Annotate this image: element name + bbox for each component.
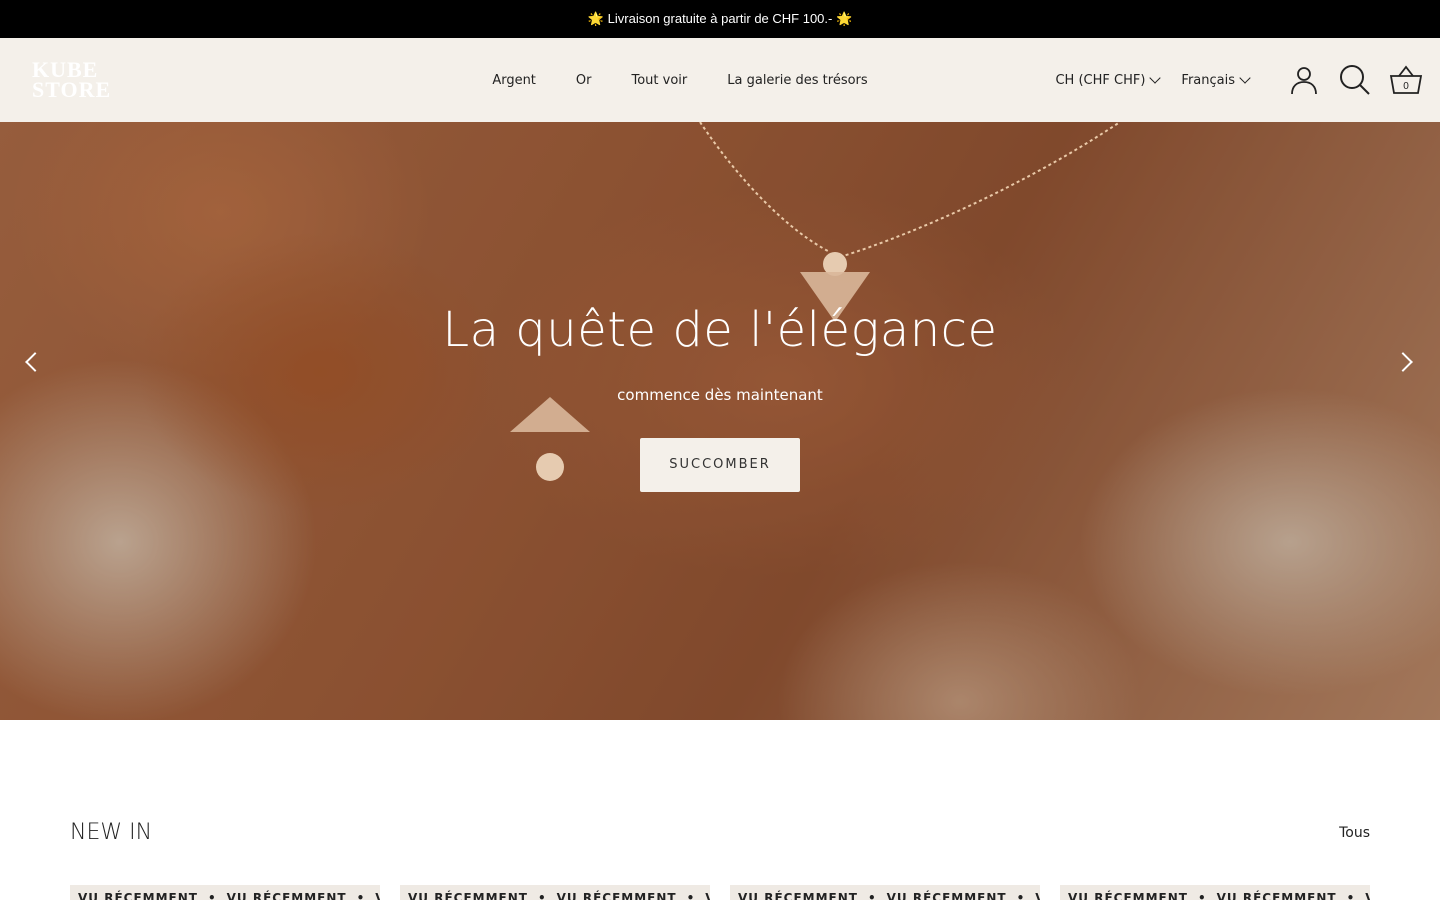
hero-title: La quête de l'élégance <box>442 302 998 358</box>
site-header: KUBE STORE Argent Or Tout voir La galeri… <box>0 38 1440 122</box>
logo-line-2: STORE <box>32 77 112 102</box>
slideshow-next-button[interactable] <box>1393 350 1418 374</box>
logo[interactable]: KUBE STORE <box>32 58 110 102</box>
user-icon <box>1291 67 1317 95</box>
badge-text: VU RÉCEMMENT <box>705 891 710 900</box>
announcement-bar: 🌟 Livraison gratuite à partir de CHF 100… <box>0 0 1440 38</box>
search-icon <box>1340 65 1370 95</box>
nav-item-or[interactable]: Or <box>576 73 592 88</box>
chevron-down-icon <box>1239 72 1251 84</box>
badge-text: VU RÉCEMMENT <box>375 891 380 900</box>
badge-text: VU RÉCEMMENT <box>738 891 858 900</box>
product-carousel: VU RÉCEMMENT•VU RÉCEMMENT•VU RÉCEMMENT V… <box>70 885 1370 900</box>
view-all-link[interactable]: Tous <box>1339 825 1370 841</box>
cart-count: 0 <box>1403 81 1409 92</box>
badge-text: VU RÉCEMMENT <box>78 891 198 900</box>
product-card[interactable]: VU RÉCEMMENT•VU RÉCEMMENT•VU RÉCEMMENT <box>1060 885 1370 900</box>
slideshow-prev-button[interactable] <box>22 350 46 374</box>
new-in-section: NEW IN Tous VU RÉCEMMENT • VU RÉCEMMENT • VU… <box>0 720 1440 900</box>
badge-text: VU RÉCEMMENT <box>1216 891 1337 900</box>
chevron-right-icon <box>1393 352 1413 372</box>
nav-item-tout-voir[interactable]: Tout voir <box>632 73 688 88</box>
hero-content: La quête de l'élégance commence dès main… <box>0 302 1440 492</box>
currency-label: CH (CHF CHF) <box>1055 72 1146 88</box>
hero-slideshow: La quête de l'élégance commence dès main… <box>0 122 1440 720</box>
badge-text: VU RÉCEMMENT <box>408 891 528 900</box>
badge-text: VU RÉCEMMENT <box>1035 891 1040 900</box>
badge-text: VU RÉCEMMENT <box>226 891 347 900</box>
cart-button[interactable]: 0 <box>1388 62 1424 98</box>
header-tools: CH (CHF CHF) Français 0 <box>1055 62 1424 98</box>
language-label: Français <box>1181 72 1235 88</box>
badge-text: VU RÉCEMMENT <box>1068 891 1188 900</box>
product-card[interactable]: VU RÉCEMMENT•VU RÉCEMMENT•VU RÉCEMMENT <box>70 885 380 900</box>
chevron-down-icon <box>1149 72 1162 84</box>
hero-cta-button[interactable]: SUCCOMBER <box>640 438 800 492</box>
badge-text: VU RÉCEMMENT <box>886 891 1007 900</box>
nav-item-galerie[interactable]: La galerie des trésors <box>727 73 867 88</box>
announcement-text: 🌟 Livraison gratuite à partir de CHF 100… <box>587 11 853 26</box>
language-selector[interactable]: Français <box>1181 72 1251 88</box>
chevron-left-icon <box>25 352 45 372</box>
currency-selector[interactable]: CH (CHF CHF) <box>1055 72 1162 88</box>
basket-icon: 0 <box>1389 65 1423 94</box>
product-card[interactable]: VU RÉCEMMENT•VU RÉCEMMENT•VU RÉCEMMENT <box>730 885 1040 900</box>
product-card[interactable]: VU RÉCEMMENT•VU RÉCEMMENT•VU RÉCEMMENT <box>400 885 710 900</box>
badge-text: VU RÉCEMMENT <box>1365 891 1370 900</box>
hero-subtitle: commence dès maintenant <box>617 386 823 404</box>
nav-item-argent[interactable]: Argent <box>492 73 536 88</box>
section-title: NEW IN <box>70 820 153 845</box>
badge-text: VU RÉCEMMENT <box>556 891 677 900</box>
search-button[interactable] <box>1337 62 1373 98</box>
account-button[interactable] <box>1286 62 1322 98</box>
